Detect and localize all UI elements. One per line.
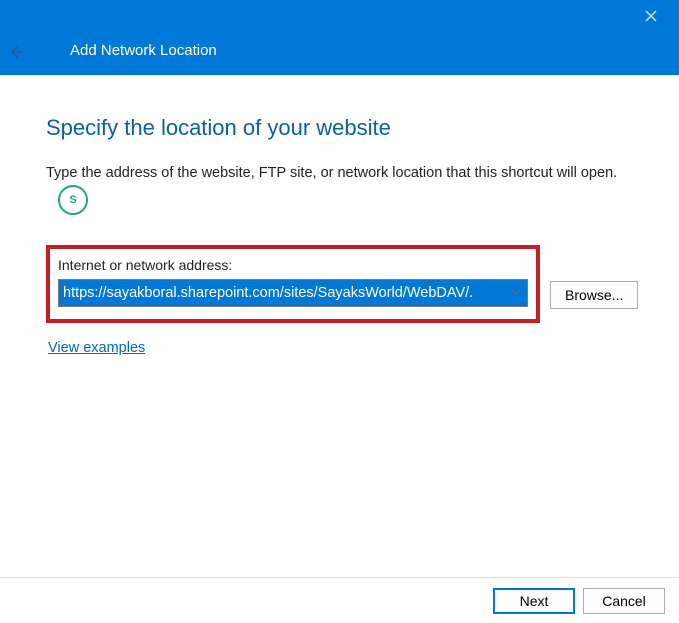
instruction-text: Type the address of the website, FTP sit… xyxy=(46,165,633,181)
address-combo[interactable] xyxy=(58,279,528,307)
back-arrow-icon xyxy=(8,44,24,60)
cancel-button[interactable]: Cancel xyxy=(583,588,665,614)
window-title: Add Network Location xyxy=(70,42,217,59)
back-button[interactable] xyxy=(6,42,26,62)
watermark-logo: S xyxy=(58,185,88,215)
browse-button[interactable]: Browse... xyxy=(550,281,638,309)
close-button[interactable] xyxy=(637,6,665,26)
address-highlight-box: Internet or network address: xyxy=(46,245,540,323)
address-label: Internet or network address: xyxy=(58,257,528,273)
address-input[interactable] xyxy=(59,280,527,306)
titlebar: Add Network Location xyxy=(0,0,679,75)
next-button[interactable]: Next xyxy=(493,588,575,614)
view-examples-link[interactable]: View examples xyxy=(48,340,145,356)
close-icon xyxy=(645,10,657,22)
footer: Next Cancel xyxy=(0,577,679,623)
page-heading: Specify the location of your website xyxy=(46,115,633,141)
wizard-content: Specify the location of your website Typ… xyxy=(0,75,679,357)
